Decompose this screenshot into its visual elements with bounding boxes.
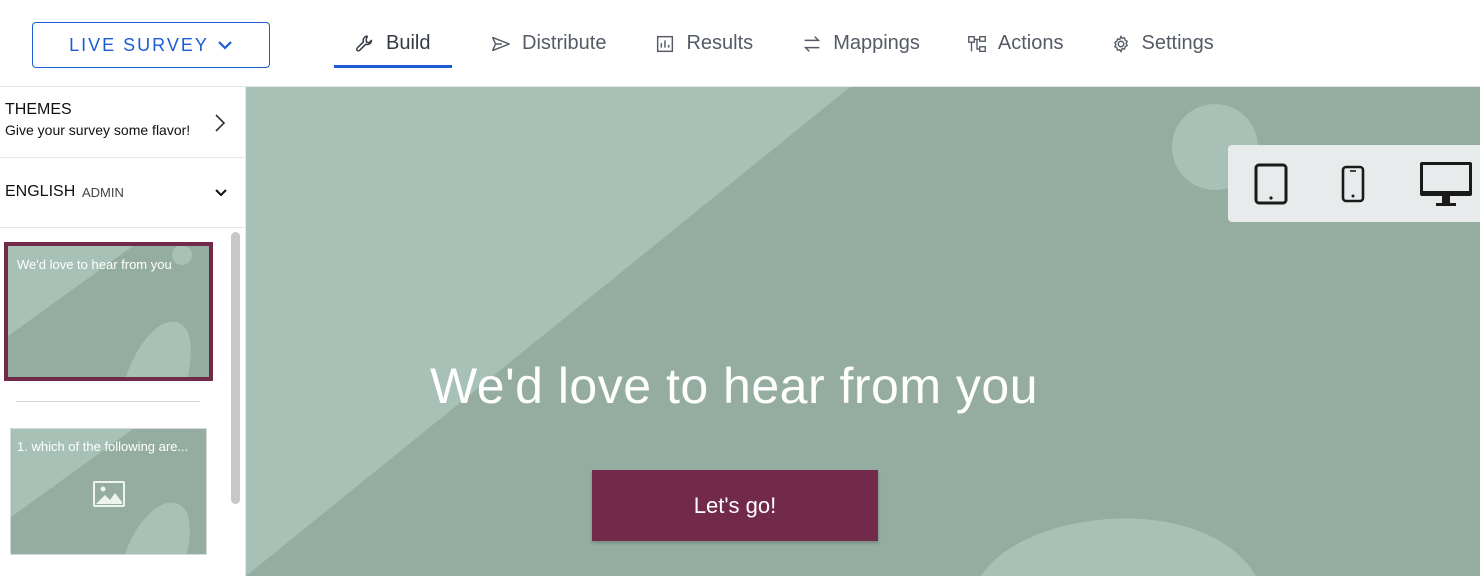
tab-distribute[interactable]: Distribute <box>470 0 626 87</box>
tab-distribute-label: Distribute <box>522 32 607 54</box>
main-tabs: Build Distribute Results Mappings Action… <box>334 0 1234 87</box>
thumbnail-divider <box>16 401 200 402</box>
tab-build[interactable]: Build <box>334 0 452 87</box>
chevron-right-icon <box>215 114 226 132</box>
lets-go-button[interactable]: Let's go! <box>592 470 878 541</box>
language-label: ENGLISH <box>5 183 76 200</box>
tab-build-label: Build <box>386 32 431 54</box>
thumbnail-title: We'd love to hear from you <box>17 257 172 272</box>
themes-panel-toggle[interactable]: THEMES Give your survey some flavor! <box>0 87 246 158</box>
top-navigation-bar: LIVE SURVEY Build Distribute Results Map… <box>0 0 1480 87</box>
desktop-icon[interactable] <box>1418 160 1474 208</box>
thumbnail-title: 1. which of the following are... <box>17 439 189 454</box>
sidebar-scrollbar[interactable] <box>231 232 240 504</box>
arrows-exchange-icon <box>804 35 821 52</box>
survey-preview-canvas: We'd love to hear from you Let's go! <box>246 87 1480 576</box>
device-preview-toolbar <box>1228 145 1480 222</box>
image-placeholder-icon <box>93 481 125 507</box>
tab-settings-label: Settings <box>1141 32 1214 54</box>
tab-actions[interactable]: Actions <box>946 0 1084 87</box>
phone-icon[interactable] <box>1341 165 1365 203</box>
themes-subtitle: Give your survey some flavor! <box>5 122 191 138</box>
wrench-icon <box>356 34 373 52</box>
tab-results-label: Results <box>686 32 754 54</box>
bar-chart-icon <box>657 35 674 52</box>
tablet-icon[interactable] <box>1254 163 1288 205</box>
themes-title: THEMES <box>5 101 72 118</box>
chevron-down-icon <box>215 189 227 197</box>
survey-status-label: LIVE SURVEY <box>69 34 209 55</box>
language-selector[interactable]: ENGLISH ADMIN <box>0 158 246 228</box>
tab-actions-label: Actions <box>997 32 1064 54</box>
welcome-title: We'd love to hear from you <box>429 358 1039 414</box>
page-thumbnail-question-1[interactable]: 1. which of the following are... <box>10 428 207 555</box>
survey-status-dropdown[interactable]: LIVE SURVEY <box>32 22 270 68</box>
language-badge: ADMIN <box>82 185 124 200</box>
workflow-icon <box>967 35 986 52</box>
tab-mappings-label: Mappings <box>833 32 920 54</box>
tab-settings[interactable]: Settings <box>1090 0 1234 87</box>
tab-mappings[interactable]: Mappings <box>781 0 940 87</box>
chevron-down-icon <box>218 41 232 50</box>
page-thumbnail-welcome[interactable]: We'd love to hear from you <box>4 242 213 381</box>
survey-sidebar: THEMES Give your survey some flavor! ENG… <box>0 87 246 576</box>
gear-icon <box>1113 35 1128 52</box>
send-icon <box>492 36 510 51</box>
tab-results[interactable]: Results <box>634 0 773 87</box>
